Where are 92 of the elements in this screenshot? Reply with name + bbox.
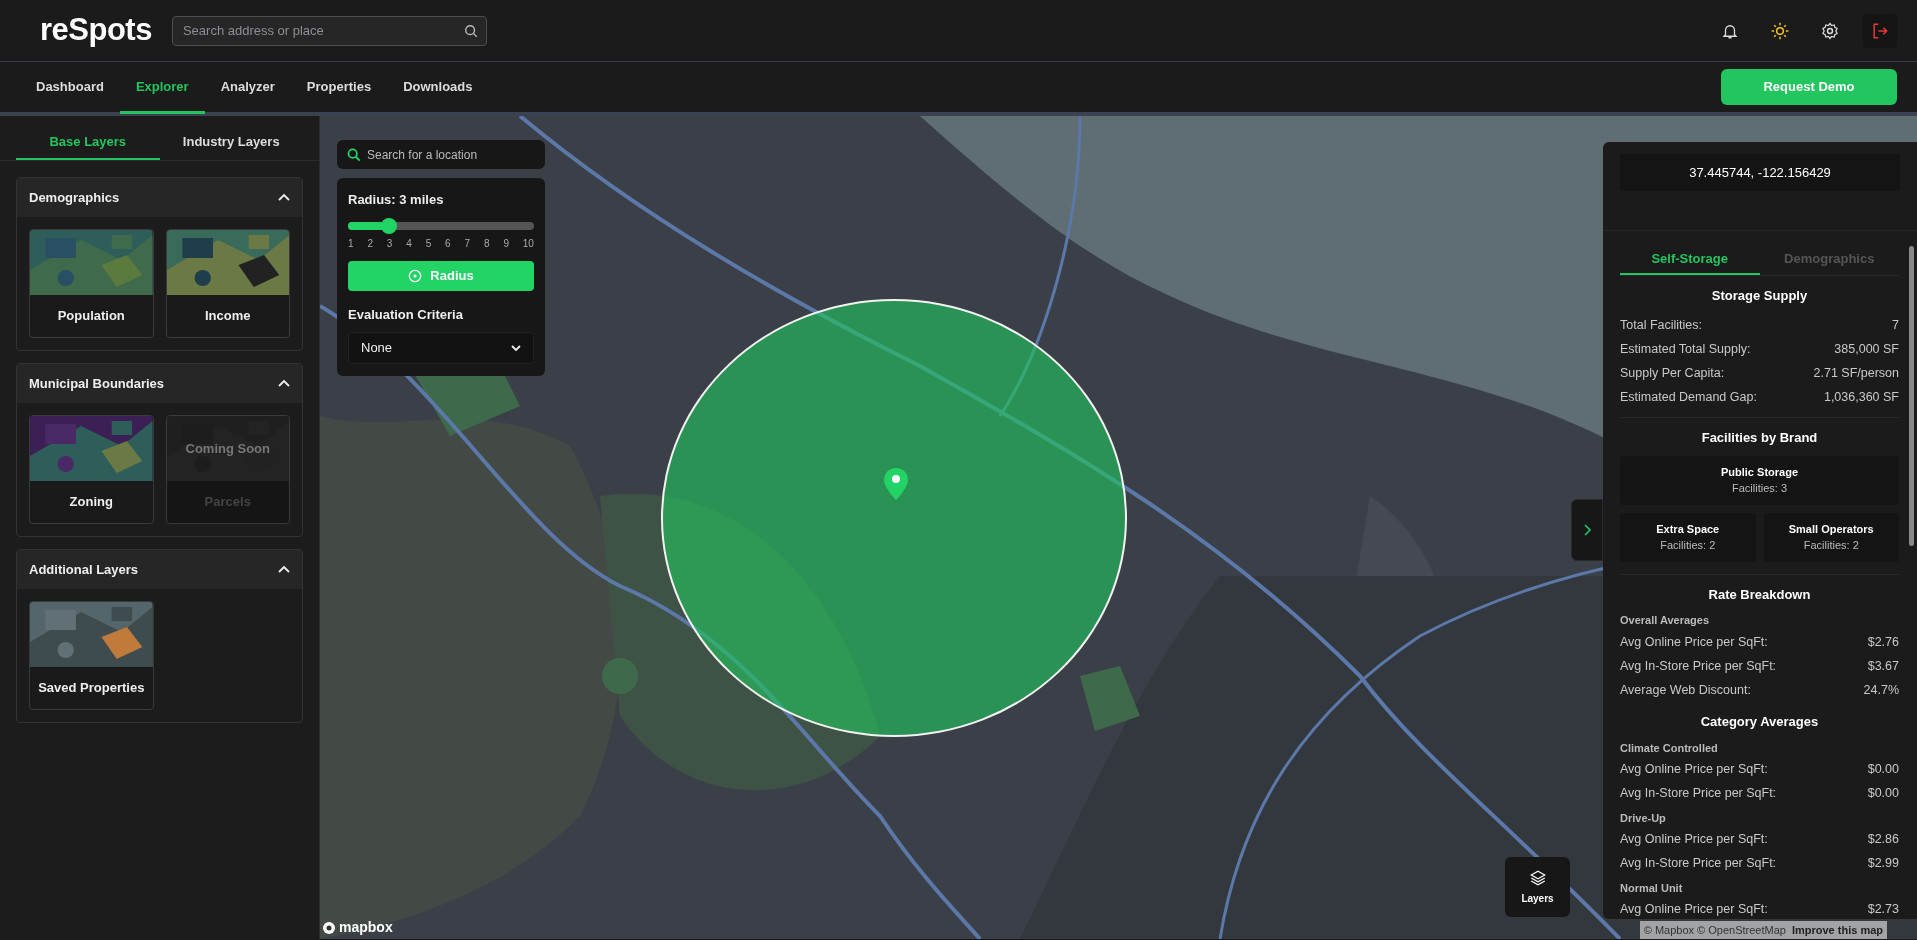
section-title: Municipal Boundaries bbox=[29, 374, 165, 393]
logout-button[interactable] bbox=[1863, 13, 1897, 48]
stat-label: Avg In-Store Price per SqFt: bbox=[1620, 785, 1777, 803]
slider-tick-label: 4 bbox=[406, 236, 412, 251]
stat-value: 2.71 SF/person bbox=[1813, 364, 1899, 382]
stat-value: 24.7% bbox=[1863, 681, 1899, 699]
section-heading: Storage Supply bbox=[1710, 286, 1809, 305]
slider-tick-label: 1 bbox=[348, 236, 354, 251]
sun-icon bbox=[1770, 20, 1790, 41]
criteria-label: Evaluation Criteria bbox=[348, 305, 464, 324]
stat-label: Avg Online Price per SqFt: bbox=[1620, 901, 1768, 919]
search-field[interactable]: Search address or place bbox=[171, 15, 487, 46]
stat-label: Avg Online Price per SqFt: bbox=[1620, 761, 1768, 779]
group-label: Drive-Up bbox=[1620, 810, 1667, 826]
improve-map-link[interactable]: Improve this map bbox=[1791, 921, 1883, 938]
group-label: Normal Unit bbox=[1620, 880, 1684, 896]
stat-label: Estimated Total Supply: bbox=[1620, 340, 1751, 358]
nav-tab[interactable]: Analyzer bbox=[204, 63, 291, 114]
settings-icon bbox=[1820, 20, 1840, 41]
layer-tab[interactable]: Base Layers bbox=[16, 124, 160, 160]
slider-tick-label: 3 bbox=[386, 236, 393, 251]
stat-value: $2.99 bbox=[1867, 855, 1899, 873]
mapbox-logo: mapbox bbox=[322, 917, 393, 938]
section-title: Additional Layers bbox=[29, 560, 139, 579]
chevron-icon bbox=[278, 565, 290, 574]
collapse-toggle[interactable] bbox=[278, 193, 290, 202]
stat-label: Avg Online Price per SqFt: bbox=[1620, 831, 1768, 849]
section-heading: Category Averages bbox=[1699, 713, 1820, 731]
slider-tick-label: 5 bbox=[425, 236, 432, 251]
stat-label: Average Web Discount: bbox=[1620, 681, 1751, 699]
chevron-icon bbox=[278, 193, 290, 202]
group-label: Overall Averages bbox=[1620, 613, 1711, 628]
nav-tab[interactable]: Properties bbox=[290, 63, 388, 114]
stat-value: $0.00 bbox=[1867, 761, 1899, 779]
stat-label: Total Facilities: bbox=[1620, 316, 1702, 334]
stat-label: Avg In-Store Price per SqFt: bbox=[1620, 657, 1777, 675]
attribution-text: © Mapbox © OpenStreetMap bbox=[1643, 922, 1786, 938]
slider-tick-label: 8 bbox=[483, 236, 490, 251]
chevron-right-icon bbox=[1583, 524, 1591, 536]
brand-name: Public Storage bbox=[1720, 464, 1799, 480]
location-pin-icon[interactable] bbox=[884, 468, 908, 500]
coming-soon-label: Coming Soon bbox=[184, 439, 271, 458]
stat-label: Avg In-Store Price per SqFt: bbox=[1620, 855, 1777, 873]
section-title: Demographics bbox=[29, 188, 120, 207]
search-icon bbox=[463, 23, 478, 38]
chevron-down-icon bbox=[511, 344, 521, 352]
slider-tick-label: 9 bbox=[503, 236, 509, 251]
slider-tick-label: 6 bbox=[445, 236, 451, 251]
details-tab[interactable]: Self-Storage bbox=[1620, 241, 1760, 275]
stat-value: $2.76 bbox=[1867, 633, 1899, 651]
stat-value: $2.86 bbox=[1867, 831, 1899, 849]
brand-name: Small Operators bbox=[1787, 521, 1875, 537]
slider-tick-label: 7 bbox=[464, 236, 471, 251]
target-icon bbox=[408, 268, 423, 283]
stat-value: $3.67 bbox=[1867, 657, 1899, 675]
criteria-dropdown[interactable]: None bbox=[348, 332, 534, 364]
layers-button[interactable]: Layers bbox=[1505, 857, 1570, 917]
radius-label: Radius: 3 miles bbox=[348, 191, 445, 209]
brand-name: Extra Space bbox=[1655, 521, 1721, 537]
layer-card[interactable]: Income bbox=[165, 229, 290, 338]
stat-value: 7 bbox=[1892, 316, 1899, 334]
coordinates-display: 37.445744, -122.156429 bbox=[1620, 154, 1900, 191]
collapse-toggle[interactable] bbox=[278, 379, 290, 388]
stat-value: $2.73 bbox=[1867, 901, 1899, 919]
slider-tick-label: 2 bbox=[367, 236, 373, 251]
collapse-toggle[interactable] bbox=[278, 565, 290, 574]
stat-value: $0.00 bbox=[1867, 785, 1899, 803]
layer-card[interactable]: Population bbox=[29, 229, 154, 338]
stat-value: 1,036,360 SF bbox=[1823, 388, 1899, 406]
stat-label: Estimated Demand Gap: bbox=[1620, 388, 1757, 406]
search-icon bbox=[347, 148, 361, 162]
layer-card[interactable]: Zoning bbox=[29, 415, 154, 524]
facility-count: Facilities: 2 bbox=[1659, 538, 1717, 553]
nav-tab[interactable]: Dashboard bbox=[20, 63, 120, 114]
section-heading: Rate Breakdown bbox=[1707, 585, 1812, 604]
nav-tab[interactable]: Explorer bbox=[119, 63, 205, 114]
stat-label: Avg Online Price per SqFt: bbox=[1620, 633, 1768, 651]
section-heading: Facilities by Brand bbox=[1700, 429, 1819, 447]
slider-tick-label: 10 bbox=[522, 236, 534, 251]
facility-count: Facilities: 2 bbox=[1802, 538, 1860, 553]
stat-value: 385,000 SF bbox=[1834, 340, 1899, 358]
facility-count: Facilities: 3 bbox=[1731, 481, 1788, 496]
stat-label: Supply Per Capita: bbox=[1620, 364, 1725, 382]
layers-icon bbox=[1528, 868, 1547, 887]
logo[interactable]: reSpots bbox=[40, 7, 152, 54]
slider-thumb[interactable] bbox=[381, 217, 398, 234]
location-search-field[interactable]: Search for a location bbox=[337, 140, 545, 169]
group-label: Climate Controlled bbox=[1620, 740, 1719, 756]
nav-tab[interactable]: Downloads bbox=[387, 63, 489, 114]
layer-card[interactable]: Saved Properties bbox=[29, 601, 154, 710]
layer-tab[interactable]: Industry Layers bbox=[159, 124, 303, 160]
chevron-icon bbox=[278, 379, 290, 388]
